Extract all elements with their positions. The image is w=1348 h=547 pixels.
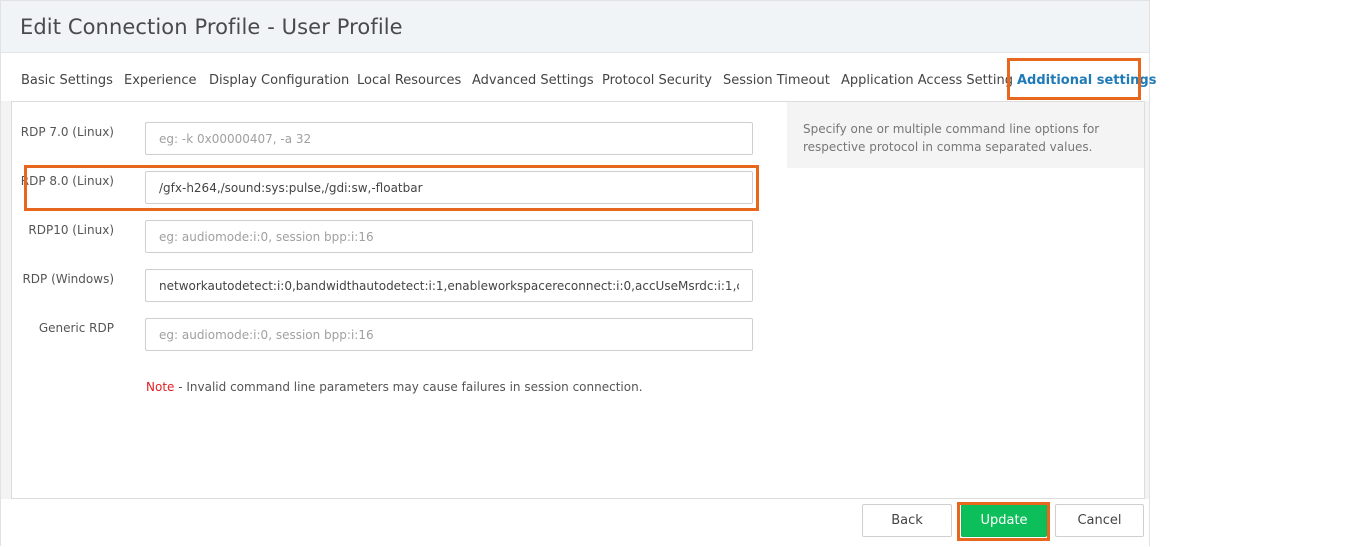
note-message: - Invalid command line parameters may ca… bbox=[174, 380, 643, 394]
note-label: Note bbox=[146, 380, 175, 394]
update-highlight-box bbox=[957, 502, 1050, 541]
back-button[interactable]: Back bbox=[862, 504, 952, 537]
tab-advanced-settings[interactable]: Advanced Settings bbox=[472, 73, 594, 88]
settings-panel: RDP 7.0 (Linux) RDP 8.0 (Linux) RDP10 (L… bbox=[11, 101, 1145, 499]
help-text: Specify one or multiple command line opt… bbox=[803, 122, 1100, 154]
field-label-generic-rdp: Generic RDP bbox=[38, 321, 114, 335]
dialog-title: Edit Connection Profile - User Profile bbox=[20, 15, 403, 39]
tab-basic-settings[interactable]: Basic Settings bbox=[21, 73, 113, 88]
tab-bar: Basic Settings Experience Display Config… bbox=[1, 53, 1156, 101]
rdp-windows-input[interactable] bbox=[145, 269, 753, 302]
rdp70-linux-input[interactable] bbox=[145, 122, 753, 155]
dialog-header: Edit Connection Profile - User Profile bbox=[1, 1, 1149, 53]
rdp10-linux-input[interactable] bbox=[145, 220, 753, 253]
edit-connection-profile-dialog: Edit Connection Profile - User Profile B… bbox=[0, 0, 1156, 547]
row-highlight-box bbox=[24, 165, 759, 211]
tab-application-access-setting[interactable]: Application Access Setting bbox=[841, 73, 1013, 88]
tab-highlight-box bbox=[1007, 58, 1141, 100]
field-label-rdp10-linux: RDP10 (Linux) bbox=[28, 223, 114, 237]
field-label-rdp70-linux: RDP 7.0 (Linux) bbox=[20, 125, 114, 139]
note-text: Note - Invalid command line parameters m… bbox=[146, 380, 643, 394]
cancel-button[interactable]: Cancel bbox=[1055, 504, 1144, 537]
help-box: Specify one or multiple command line opt… bbox=[787, 102, 1144, 168]
tab-session-timeout[interactable]: Session Timeout bbox=[723, 73, 830, 88]
generic-rdp-input[interactable] bbox=[145, 318, 753, 351]
field-label-rdp-windows: RDP (Windows) bbox=[22, 272, 114, 286]
tab-protocol-security[interactable]: Protocol Security bbox=[602, 73, 712, 88]
tab-local-resources[interactable]: Local Resources bbox=[357, 73, 461, 88]
dialog-footer: Back Update Cancel bbox=[1, 499, 1149, 547]
tab-display-configuration[interactable]: Display Configuration bbox=[209, 73, 349, 88]
tab-experience[interactable]: Experience bbox=[124, 73, 197, 88]
